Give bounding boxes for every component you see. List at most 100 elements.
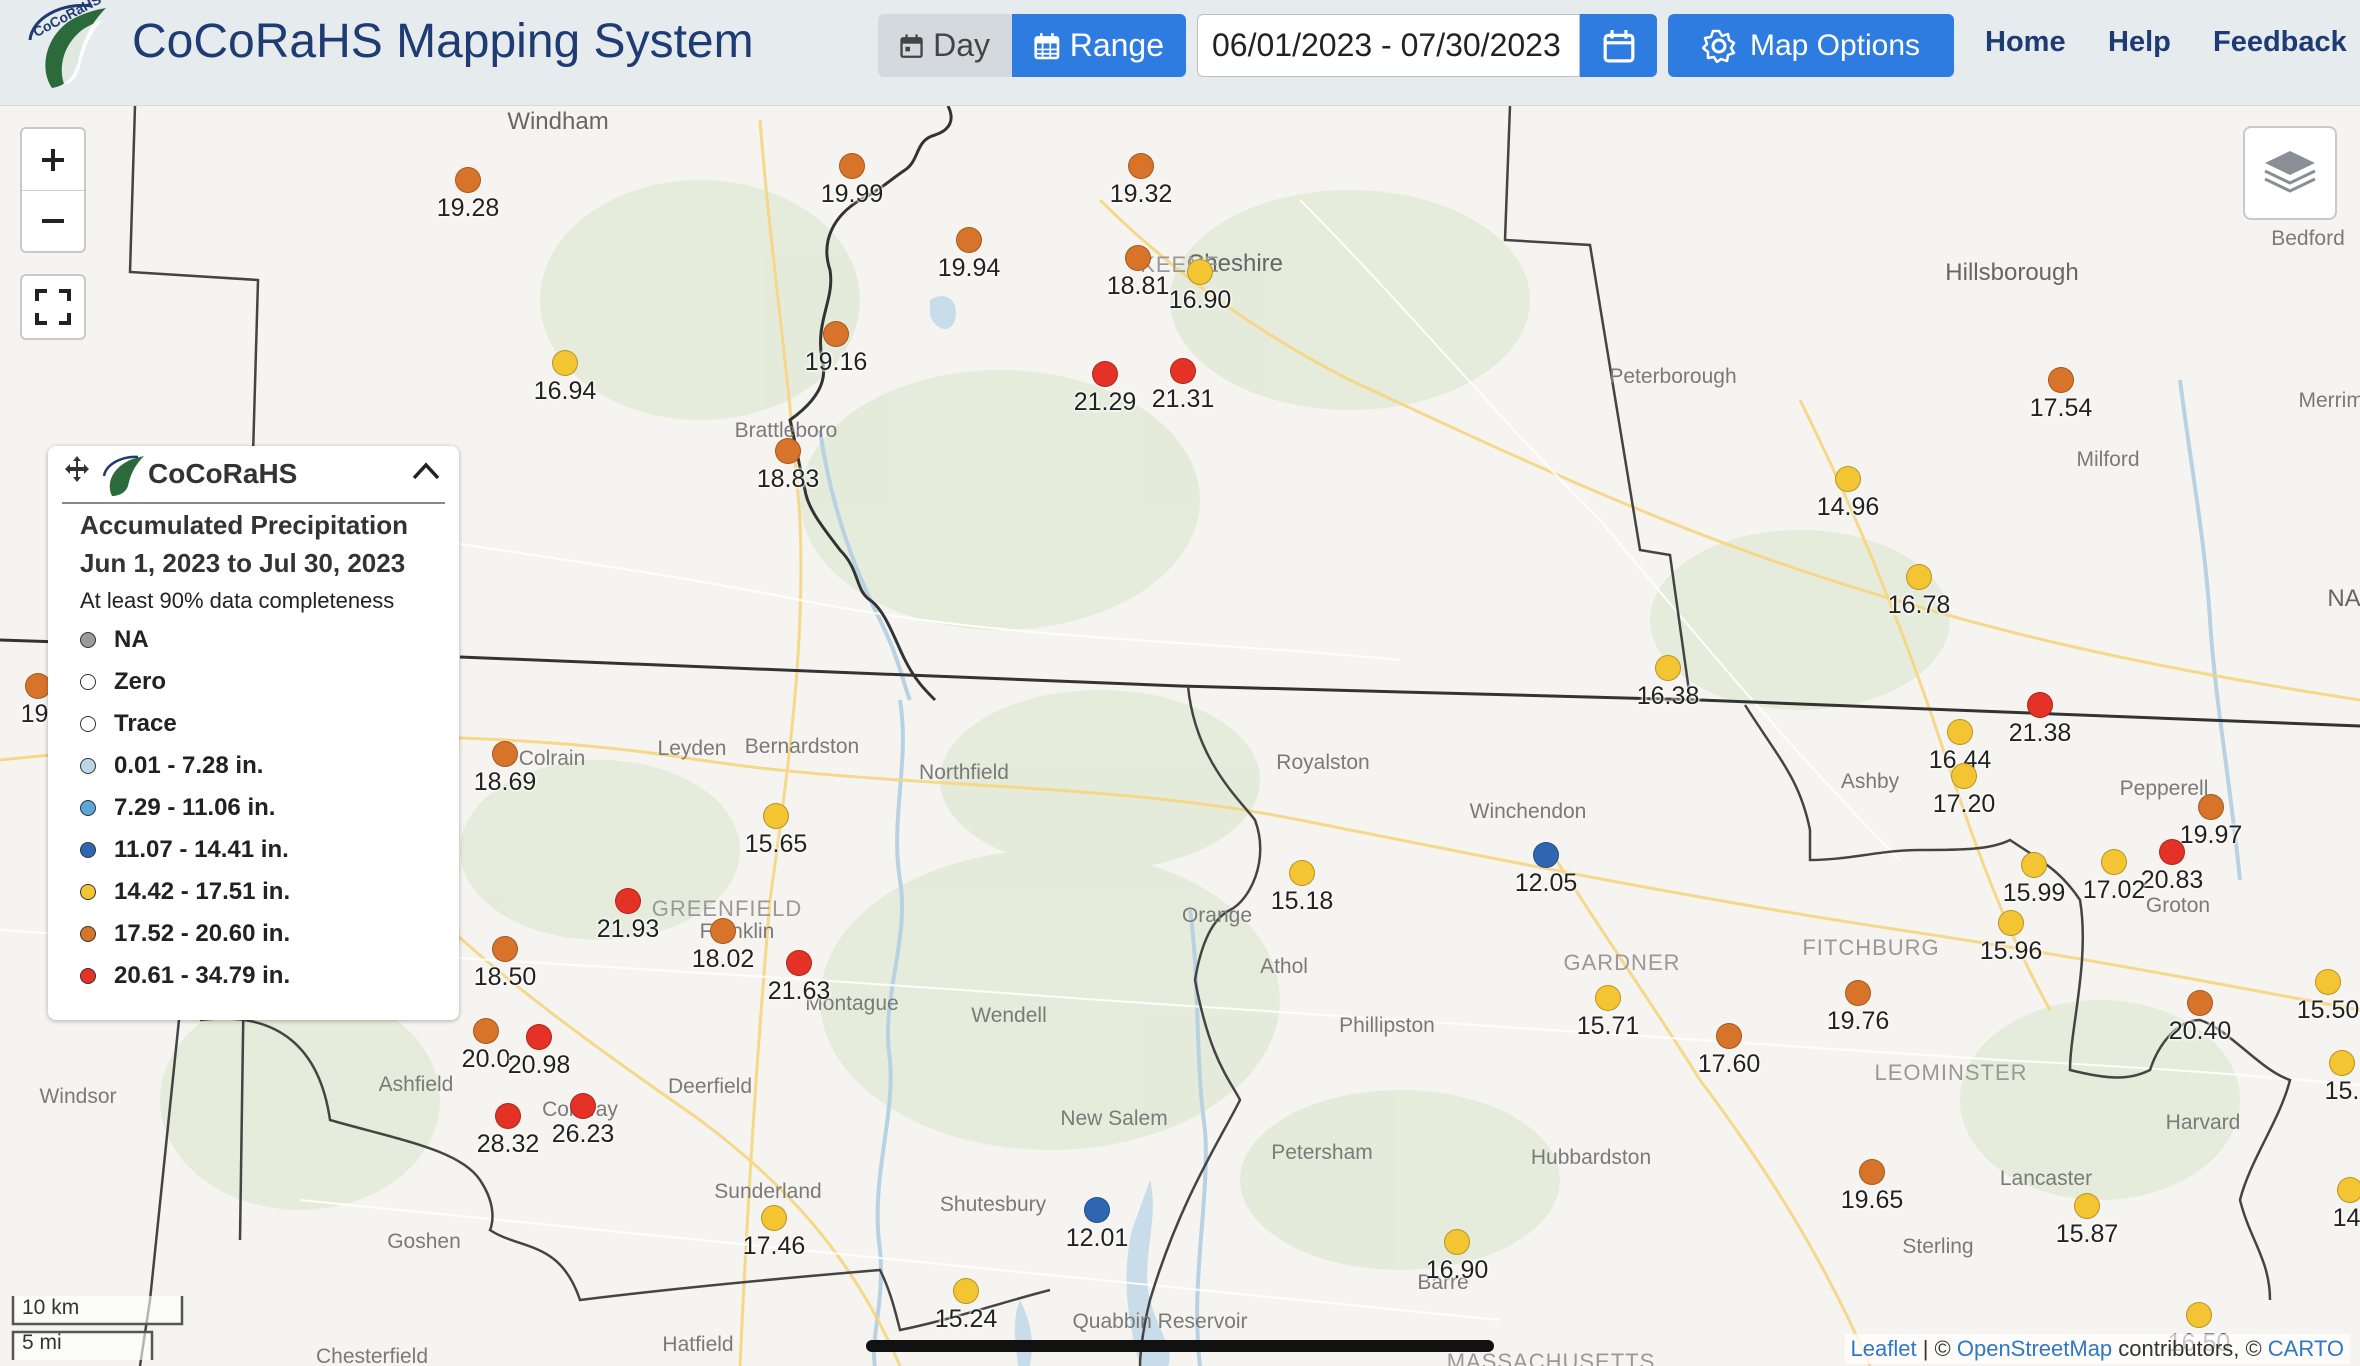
legend-title-line1: Accumulated Precipitation bbox=[80, 510, 408, 540]
station-marker[interactable] bbox=[1835, 466, 1861, 492]
carto-link[interactable]: CARTO bbox=[2268, 1336, 2344, 1361]
station-marker[interactable] bbox=[1444, 1229, 1470, 1255]
station-marker[interactable] bbox=[526, 1024, 552, 1050]
leaflet-link[interactable]: Leaflet bbox=[1851, 1336, 1917, 1361]
legend-item-label: Trace bbox=[114, 710, 177, 737]
station-marker[interactable] bbox=[1128, 153, 1154, 179]
place-label: Quabbin Reservoir bbox=[1072, 1310, 1248, 1333]
station-marker[interactable] bbox=[2021, 852, 2047, 878]
station-marker[interactable] bbox=[761, 1205, 787, 1231]
station-marker[interactable] bbox=[1533, 842, 1559, 868]
legend-item: 20.61 - 34.79 in. bbox=[80, 956, 290, 996]
station-value-label: 18.02 bbox=[691, 945, 755, 973]
station-marker[interactable] bbox=[552, 350, 578, 376]
station-marker[interactable] bbox=[953, 1278, 979, 1304]
station-marker[interactable] bbox=[1655, 655, 1681, 681]
station-marker[interactable] bbox=[495, 1103, 521, 1129]
station-marker[interactable] bbox=[1092, 361, 1118, 387]
station-value-label: 19.97 bbox=[2179, 821, 2243, 849]
map-attribution: Leaflet | © OpenStreetMap contributors, … bbox=[1844, 1334, 2350, 1364]
place-label: Ashby bbox=[1840, 770, 1900, 793]
station-value-label: 16.94 bbox=[533, 377, 597, 405]
station-marker[interactable] bbox=[1084, 1197, 1110, 1223]
legend-item: NA bbox=[80, 620, 149, 660]
layers-button[interactable] bbox=[2243, 126, 2337, 220]
station-value-label: 21.93 bbox=[596, 915, 660, 943]
place-label: Merrima bbox=[2298, 389, 2360, 412]
zoom-in-button[interactable] bbox=[22, 129, 84, 191]
legend-item-label: 17.52 - 20.60 in. bbox=[114, 920, 291, 947]
station-marker[interactable] bbox=[1170, 358, 1196, 384]
place-label: FITCHBURG bbox=[1802, 935, 1940, 960]
legend-swatch bbox=[80, 926, 96, 942]
station-marker[interactable] bbox=[1951, 763, 1977, 789]
station-value-label: 17.20 bbox=[1932, 790, 1996, 818]
date-picker-button[interactable] bbox=[1580, 14, 1657, 77]
station-marker[interactable] bbox=[1859, 1159, 1885, 1185]
station-marker[interactable] bbox=[1906, 564, 1932, 590]
place-label: Windham bbox=[507, 108, 609, 135]
day-mode-button[interactable]: Day bbox=[878, 14, 1012, 77]
station-marker[interactable] bbox=[570, 1093, 596, 1119]
place-label: Bedford bbox=[2271, 227, 2345, 250]
station-marker[interactable] bbox=[1125, 245, 1151, 271]
station-marker[interactable] bbox=[710, 918, 736, 944]
station-marker[interactable] bbox=[2048, 367, 2074, 393]
station-marker[interactable] bbox=[2198, 794, 2224, 820]
date-range-input[interactable] bbox=[1197, 14, 1580, 77]
drag-move-icon[interactable] bbox=[62, 454, 92, 484]
station-marker[interactable] bbox=[1187, 259, 1213, 285]
station-marker[interactable] bbox=[823, 321, 849, 347]
station-marker[interactable] bbox=[2186, 1302, 2212, 1328]
station-marker[interactable] bbox=[2159, 839, 2185, 865]
station-marker[interactable] bbox=[2101, 849, 2127, 875]
zoom-out-button[interactable] bbox=[22, 190, 84, 251]
station-marker[interactable] bbox=[2315, 969, 2341, 995]
station-marker[interactable] bbox=[615, 888, 641, 914]
station-marker[interactable] bbox=[2187, 990, 2213, 1016]
station-marker[interactable] bbox=[2027, 692, 2053, 718]
station-marker[interactable] bbox=[1998, 910, 2024, 936]
calendar-grid-icon bbox=[1034, 32, 1060, 59]
place-label: Winchendon bbox=[1469, 800, 1587, 823]
station-marker[interactable] bbox=[839, 153, 865, 179]
station-marker[interactable] bbox=[1845, 980, 1871, 1006]
legend-brand: CoCoRaHS bbox=[148, 458, 298, 489]
place-label: Windsor bbox=[39, 1085, 117, 1108]
place-label: Athol bbox=[1260, 955, 1308, 978]
chevron-up-icon[interactable] bbox=[411, 460, 441, 482]
station-marker[interactable] bbox=[1595, 985, 1621, 1011]
station-marker[interactable] bbox=[455, 167, 481, 193]
station-marker[interactable] bbox=[473, 1018, 499, 1044]
station-value-label: 17.60 bbox=[1697, 1050, 1761, 1078]
station-value-label: 15.96 bbox=[1979, 937, 2043, 965]
station-marker[interactable] bbox=[2337, 1177, 2360, 1203]
map-options-button[interactable]: Map Options bbox=[1668, 14, 1954, 77]
station-marker[interactable] bbox=[1947, 719, 1973, 745]
legend-note: At least 90% data completeness bbox=[80, 588, 395, 613]
station-marker[interactable] bbox=[2074, 1193, 2100, 1219]
station-marker[interactable] bbox=[775, 438, 801, 464]
cocorahs-logo[interactable]: CoCoRaHS bbox=[22, 0, 122, 90]
fullscreen-button[interactable] bbox=[20, 274, 86, 340]
station-marker[interactable] bbox=[786, 950, 812, 976]
place-label: Lancaster bbox=[1999, 1167, 2093, 1190]
station-marker[interactable] bbox=[492, 936, 518, 962]
app-title[interactable]: CoCoRaHS Mapping System bbox=[132, 12, 754, 72]
station-marker[interactable] bbox=[1289, 860, 1315, 886]
station-marker[interactable] bbox=[1716, 1023, 1742, 1049]
station-value-label: 17.46 bbox=[742, 1232, 806, 1260]
nav-feedback-link[interactable]: Feedback bbox=[2213, 26, 2347, 59]
station-value-label: 19.65 bbox=[1840, 1186, 1904, 1214]
station-marker[interactable] bbox=[956, 227, 982, 253]
cocorahs-leaf-icon bbox=[102, 455, 144, 496]
station-marker[interactable] bbox=[2329, 1050, 2355, 1076]
station-marker[interactable] bbox=[492, 741, 518, 767]
openstreetmap-link[interactable]: OpenStreetMap bbox=[1957, 1336, 2112, 1361]
station-marker[interactable] bbox=[763, 803, 789, 829]
nav-home-link[interactable]: Home bbox=[1985, 26, 2066, 59]
day-label: Day bbox=[933, 27, 990, 63]
nav-help-link[interactable]: Help bbox=[2108, 26, 2171, 59]
station-value-label: 26.23 bbox=[551, 1120, 615, 1148]
range-mode-button[interactable]: Range bbox=[1012, 14, 1186, 77]
